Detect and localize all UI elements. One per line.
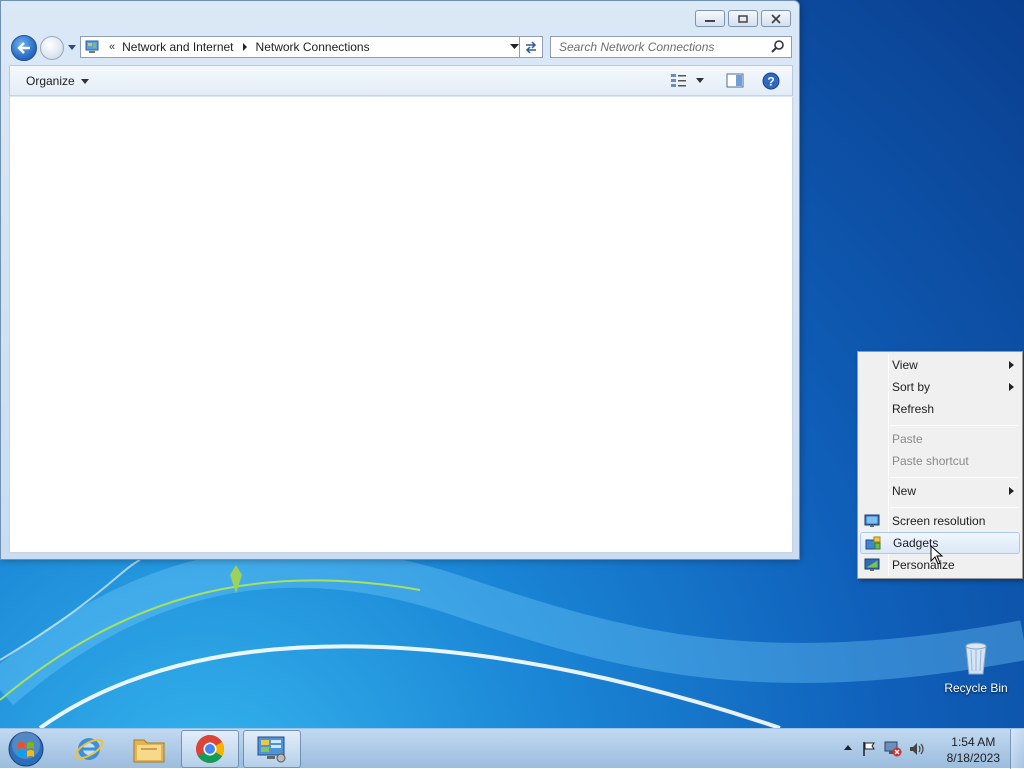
menu-item-sort-by[interactable]: Sort by [860, 376, 1020, 398]
network-status-icon[interactable] [884, 741, 902, 757]
command-bar: Organize ? [9, 65, 793, 96]
organize-button[interactable]: Organize [26, 74, 89, 88]
menu-separator [890, 477, 1018, 478]
refresh-button[interactable] [519, 36, 543, 58]
menu-item-label: Paste shortcut [892, 454, 969, 468]
network-connections-icon [257, 736, 286, 763]
clock-date: 8/18/2023 [946, 751, 1000, 765]
start-button[interactable] [6, 730, 46, 768]
show-desktop-button[interactable] [1010, 729, 1024, 769]
recycle-bin-label: Recycle Bin [944, 681, 1008, 695]
menu-item-label: Personalize [892, 558, 955, 572]
minimize-button[interactable] [695, 10, 725, 27]
menu-item-view[interactable]: View [860, 354, 1020, 376]
menu-item-refresh[interactable]: Refresh [860, 398, 1020, 420]
menu-item-label: Screen resolution [892, 514, 986, 528]
refresh-icon [525, 41, 537, 54]
search-input[interactable] [557, 39, 770, 55]
menu-item-label: New [892, 484, 917, 498]
preview-pane-icon[interactable] [726, 73, 744, 88]
menu-item-new[interactable]: New [860, 480, 1020, 502]
system-tray: 1:54 AM 8/18/2023 [834, 729, 1024, 769]
restore-icon [738, 14, 748, 23]
menu-item-label: Sort by [892, 380, 931, 394]
chevron-down-icon [80, 78, 89, 84]
navigation-bar: « Network and Internet Network Connectio… [9, 34, 793, 62]
menu-item-label: Paste [892, 432, 923, 446]
taskbar-chrome[interactable] [181, 730, 239, 768]
windows-start-orb-icon [8, 731, 44, 767]
submenu-arrow-icon [1009, 487, 1014, 495]
minimize-icon [705, 19, 715, 22]
taskbar-network-connections[interactable] [243, 730, 301, 768]
breadcrumb-overflow[interactable]: « [109, 41, 115, 53]
menu-item-label: Refresh [892, 402, 935, 416]
window-caption-buttons [695, 10, 791, 27]
close-icon [771, 13, 781, 24]
clock-time: 1:54 AM [951, 735, 996, 749]
change-view-button[interactable] [670, 73, 704, 87]
submenu-arrow-icon [1009, 361, 1014, 369]
chevron-right-icon[interactable] [242, 43, 248, 51]
chevron-down-icon [696, 77, 704, 83]
address-bar[interactable]: « Network and Internet Network Connectio… [80, 36, 525, 58]
show-hidden-icons-icon[interactable] [844, 745, 852, 750]
back-arrow-icon [17, 42, 30, 54]
recent-pages-dropdown-icon[interactable] [67, 42, 77, 52]
menu-item-paste[interactable]: Paste [860, 428, 1020, 450]
control-panel-icon [85, 40, 99, 53]
chrome-icon [196, 735, 224, 763]
back-button[interactable] [11, 35, 37, 61]
forward-button[interactable] [40, 36, 64, 60]
breadcrumb-network-connections[interactable]: Network Connections [256, 40, 370, 54]
menu-item-screen-resolution[interactable]: Screen resolution [860, 510, 1020, 532]
gadgets-icon [865, 536, 881, 550]
mouse-cursor-icon [930, 545, 944, 565]
search-icon[interactable] [770, 39, 786, 55]
search-box[interactable] [550, 36, 792, 58]
clock[interactable]: 1:54 AM 8/18/2023 [947, 734, 1000, 766]
connections-list-area[interactable] [9, 97, 793, 553]
organize-label: Organize [26, 74, 75, 88]
recycle-bin-icon [965, 642, 987, 675]
action-center-flag-icon[interactable] [861, 741, 877, 757]
submenu-arrow-icon [1009, 383, 1014, 391]
taskbar-file-explorer[interactable] [120, 730, 178, 768]
file-explorer-icon [133, 739, 165, 763]
internet-explorer-icon [74, 738, 104, 760]
chevron-down-icon[interactable] [510, 44, 519, 50]
menu-separator [890, 425, 1018, 426]
network-connections-window[interactable]: « Network and Internet Network Connectio… [0, 0, 800, 560]
menu-separator [890, 507, 1018, 508]
recycle-bin[interactable]: Recycle Bin [938, 640, 1014, 695]
personalize-icon [864, 558, 880, 571]
taskbar-internet-explorer[interactable] [60, 730, 118, 768]
menu-item-paste-shortcut[interactable]: Paste shortcut [860, 450, 1020, 472]
taskbar: 1:54 AM 8/18/2023 [0, 728, 1024, 769]
menu-item-label: View [892, 358, 918, 372]
breadcrumb-network-and-internet[interactable]: Network and Internet [122, 40, 233, 54]
help-icon[interactable]: ? [762, 72, 780, 90]
svg-text:?: ? [767, 75, 774, 89]
monitor-icon [864, 514, 880, 527]
view-details-icon [671, 74, 686, 87]
volume-icon[interactable] [908, 741, 924, 757]
maximize-button[interactable] [728, 10, 758, 27]
close-button[interactable] [761, 10, 791, 27]
